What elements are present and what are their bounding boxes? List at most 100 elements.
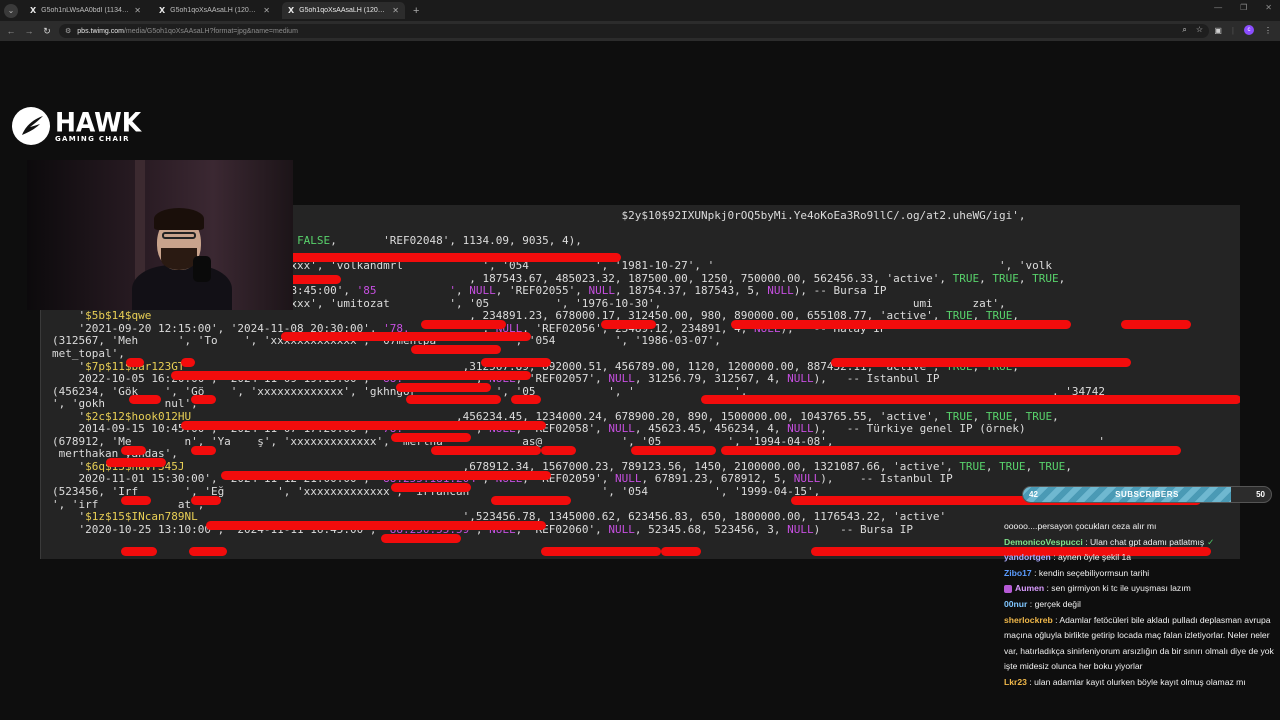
redaction-mark [191,446,216,455]
code-token: $2y$10$92IXUNpkj0rOQ5byMi.Ye4oKoEa3Ro9ll… [621,209,1026,222]
code-token: TRUE [952,271,980,285]
code-token: $2c$12$hook012HU [85,409,192,423]
chat-username[interactable]: Zibo17 [1004,568,1032,578]
chat-username[interactable]: sherlockreb [1004,615,1053,625]
code-token: FALSE [297,234,331,248]
reload-icon[interactable]: ↻ [38,26,56,37]
redaction-mark [411,345,501,354]
code-token: TRUE [999,459,1026,473]
redaction-mark [1121,320,1191,329]
chat-text: : kendin seçebiliyormsun tarihi [1034,567,1150,578]
chat-text: ooooo....persayon çocukları ceza alır mı [1004,521,1157,531]
close-window-icon[interactable]: ✕ [1265,3,1272,12]
extensions-icon[interactable]: ▣ [1214,26,1222,35]
code-token: NULL [614,472,642,486]
x-logo-icon: X [288,6,295,15]
tab-title: G5oh1qoXsAAsaLH (1200×354) [170,7,259,14]
zoom-icon[interactable]: ⌕ [1182,25,1186,35]
code-token: ), -- Bursa IP [793,284,887,298]
redaction-mark [631,446,716,455]
site-info-icon[interactable]: ⚙ [65,27,71,35]
tab-title: G5oh1nLWsAA0bdI (1134×464) [41,7,131,14]
tab-3-active[interactable]: X G5oh1qoXsAAsaLH (1200×354) ✕ [282,2,405,19]
close-icon[interactable]: ✕ [263,6,270,15]
chat-message: sherlockreb : Adamlar fetöcüleri bile ak… [1001,613,1275,675]
back-arrow-icon[interactable]: ← [2,26,20,36]
code-token: ), -- Istanbul IP [813,372,940,386]
code-token: ), -- Türkiye genel IP (örnek) [813,422,1026,436]
redaction-mark [191,496,221,505]
chat-username[interactable]: Lkr23 [1004,677,1027,687]
minimize-icon[interactable]: — [1214,3,1222,12]
restore-icon[interactable]: ❐ [1240,3,1247,12]
code-token: NULL [793,472,821,486]
profile-avatar[interactable]: c [1244,25,1254,35]
tab-1[interactable]: X G5oh1nLWsAA0bdI (1134×464) ✕ [24,2,147,19]
address-bar[interactable]: ⚙ pbs.twimg.com /media/G5oh1qoXsAAsaLH?f… [59,24,1209,38]
chat-username[interactable]: Aumen [1015,583,1044,593]
tab-bar: ⌄ X G5oh1nLWsAA0bdI (1134×464) ✕ X G5oh1… [0,0,1280,21]
code-token: , 'REF02055', [495,284,589,298]
x-logo-icon: X [30,6,37,15]
hawk-emblem-icon [12,107,50,145]
code-token: NULL [588,284,615,298]
forward-arrow-icon[interactable]: → [20,26,38,36]
redaction-mark [221,471,551,480]
code-token: , 67891.23, 678912, 5, [641,472,794,486]
code-token: NULL [608,372,635,386]
code-token: ' [52,510,86,524]
code-token: ' [52,409,86,423]
code-token: , 52345.68, 523456, 3, [634,522,788,536]
bookmark-star-icon[interactable]: ☆ [1196,25,1203,35]
chat-username[interactable]: 00nur [1004,599,1027,609]
code-line: (312567, 'Meh ', 'To ', 'xxxxxxxxxxxxx',… [52,335,1158,348]
stream-chat: ooooo....persayon çocukları ceza alır mı… [1001,519,1275,691]
code-token: , 31256.79, 312567, 4, [634,372,788,386]
new-tab-button[interactable]: + [413,5,419,17]
code-token: , [1025,459,1039,473]
code-token: NULL [608,522,635,536]
redaction-mark [491,496,571,505]
verified-check-icon: ✓ [1207,536,1215,547]
redaction-mark [121,547,157,556]
code-token: NULL [469,284,496,298]
code-token: ), -- Istanbul IP [820,472,953,486]
code-token: ', 'gokh nul', [52,397,198,411]
redaction-mark [531,358,551,367]
code-token: ' [52,359,86,373]
code-token: ' [52,309,86,323]
redaction-mark [511,395,541,404]
chat-username[interactable]: DemonicoVespucci [1004,537,1083,547]
code-token: TRUE [1032,271,1059,285]
x-logo-icon: X [159,6,166,15]
code-token: , 18754.37, 187543, 5, [614,284,768,298]
redaction-mark [431,446,541,455]
logo-name: HAWK [55,106,142,138]
microphone-icon [193,256,211,282]
redaction-mark [121,446,146,455]
code-token: , [972,409,986,423]
chat-text: : aynen öyle şekil 1a [1053,552,1132,563]
code-token: , [1058,271,1066,285]
redaction-mark [661,547,701,556]
close-icon[interactable]: ✕ [134,6,141,15]
chat-username[interactable]: yandortgen [1004,552,1051,562]
redaction-mark [541,547,661,556]
tab-2[interactable]: X G5oh1qoXsAAsaLH (1200×354) ✕ [153,2,276,19]
code-token: ' [52,459,86,473]
tab-search-icon[interactable]: ⌄ [4,3,18,18]
code-token: , 'REF02048', 1134.09, 9035, 4), [330,234,582,248]
redaction-mark [406,395,501,404]
subscriber-label: SUBSCRIBERS [1115,490,1179,499]
redaction-mark [191,395,216,404]
close-icon[interactable]: ✕ [392,6,399,15]
code-token: NULL [787,422,814,436]
redaction-mark [281,332,531,341]
redaction-mark [541,446,576,455]
redaction-mark [396,383,491,392]
menu-kebab-icon[interactable]: ⋮ [1264,26,1272,35]
code-token: ) -- Bursa IP [813,522,913,536]
chat-message: 00nur : gerçek değil [1001,597,1275,613]
code-token: , [1052,409,1059,423]
code-token: , [1018,271,1033,285]
